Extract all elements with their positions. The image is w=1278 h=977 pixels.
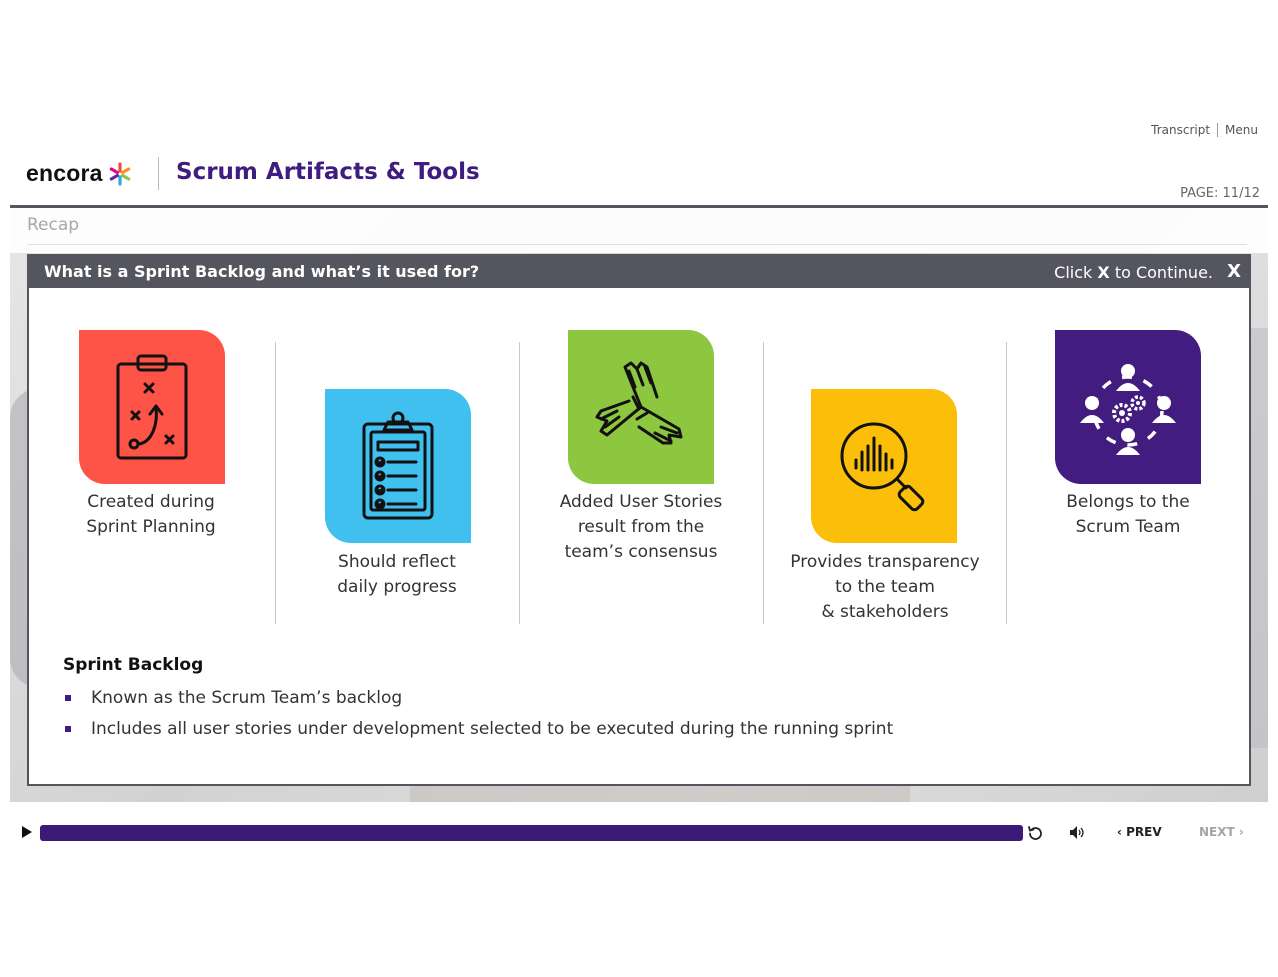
chevron-left-icon: ‹ [1117,825,1122,839]
replay-icon[interactable] [1027,825,1044,842]
prev-button[interactable]: ‹ PREV [1117,825,1162,839]
list-item: Includes all user stories under developm… [63,715,893,746]
joined-hands-icon [595,361,683,445]
volume-icon[interactable] [1069,825,1085,840]
column-divider [519,342,520,624]
caption-added-user-stories: Added User Stories result from the team’… [519,490,763,565]
checklist-clipboard-icon [362,411,434,520]
page-indicator: PAGE: 11/12 [1180,186,1260,201]
caption-provides-transparency: Provides transparency to the team & stak… [763,550,1007,625]
sprint-backlog-heading: Sprint Backlog [63,655,204,675]
caption-belongs-to: Belongs to the Scrum Team [1006,490,1250,540]
caption-line: to the team [835,577,935,597]
prev-label: PREV [1126,825,1162,839]
progress-bar[interactable] [40,825,1023,841]
strategy-tile [79,330,225,484]
player-controls: ‹ PREV NEXT › [0,816,1278,850]
caption-line: Added User Stories [559,492,723,512]
caption-line: Sprint Planning [86,517,216,537]
caption-line: Scrum Team [1075,517,1181,537]
caption-line: result from the [577,517,705,537]
bullet-text: Known as the Scrum Team’s backlog [91,688,403,708]
section-label: Recap [27,215,80,235]
top-links: Transcript Menu [1151,123,1258,137]
logo-star-icon [109,161,130,186]
caption-line: team’s consensus [564,542,718,562]
caption-created-during: Created during Sprint Planning [29,490,273,540]
next-button[interactable]: NEXT › [1199,825,1244,839]
caption-line: daily progress [337,577,457,597]
team-gears-icon [1080,364,1176,455]
caption-line: Should reflect [338,552,456,572]
magnifier-chart-icon [840,422,925,512]
section-underline [27,244,1247,245]
section-header: Recap [10,208,1268,253]
caption-line: & stakeholders [821,602,949,622]
hint-suffix: to Continue. [1114,263,1213,282]
transcript-link[interactable]: Transcript [1151,123,1210,137]
hint-prefix: Click [1054,263,1093,282]
checklist-tile [325,389,471,543]
team-tile [1055,330,1201,484]
popup-title: What is a Sprint Backlog and what’s it u… [44,262,480,281]
close-button[interactable]: X [1227,261,1241,282]
encora-logo: encora [26,160,132,187]
info-popup: What is a Sprint Backlog and what’s it u… [27,254,1251,786]
menu-link[interactable]: Menu [1225,123,1258,137]
bullet-square-icon [65,695,71,701]
top-links-divider [1217,123,1219,137]
caption-line: Belongs to the [1066,492,1190,512]
popup-header: What is a Sprint Backlog and what’s it u… [29,256,1249,288]
continue-hint: Click X to Continue. [1054,263,1213,282]
strategy-clipboard-icon [116,354,188,460]
bullet-square-icon [65,726,71,732]
caption-should-reflect: Should reflect daily progress [275,550,519,600]
list-item: Known as the Scrum Team’s backlog [63,684,893,715]
sprint-backlog-list: Known as the Scrum Team’s backlog Includ… [63,684,893,746]
caption-line: Created during [87,492,215,512]
hint-key: X [1097,263,1110,282]
play-icon[interactable] [22,826,32,838]
header-divider [158,157,159,190]
bullet-text: Includes all user stories under developm… [91,719,894,739]
logo-text: encora [26,160,103,186]
caption-line: Provides transparency [790,552,980,572]
teamwork-tile [568,330,714,484]
next-label: NEXT [1199,825,1235,839]
transparency-tile [811,389,957,543]
chevron-right-icon: › [1238,825,1244,839]
course-title: Scrum Artifacts & Tools [176,159,480,185]
